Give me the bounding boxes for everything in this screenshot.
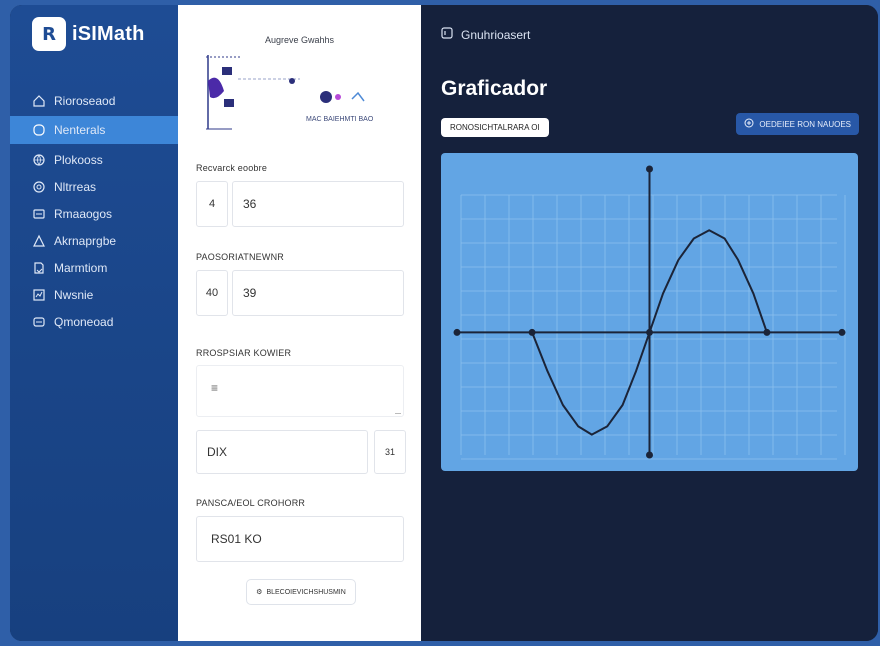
settings-icon: ⚙	[256, 589, 263, 596]
field5-input[interactable]: RS01 KO	[196, 516, 404, 562]
globe-icon	[32, 153, 46, 167]
plot-point-2	[646, 328, 653, 336]
sidebar-item-label: Nenterals	[54, 123, 106, 137]
topbar-label: Gnuhrioasert	[461, 27, 531, 42]
page-title: Graficador	[441, 77, 548, 100]
folder-icon	[32, 207, 46, 221]
home-icon	[32, 94, 46, 108]
sidebar-item-label: Nwsnie	[54, 287, 94, 302]
plot-point-1	[528, 328, 536, 336]
target-icon	[32, 180, 46, 194]
sidebar-item-4[interactable]: Nltrreas	[10, 173, 178, 200]
plot-point-0	[453, 328, 461, 336]
box-icon	[32, 315, 46, 329]
graph-canvas[interactable]	[441, 153, 858, 471]
diagram-illustration: MAC BAIEHMTI BAO	[202, 53, 406, 133]
field1-prefix[interactable]: 4	[196, 181, 228, 227]
plot-point-6	[646, 451, 653, 459]
sidebar-item-label: Marmtiom	[54, 260, 108, 275]
add-function-button[interactable]: OEDEIEE RON NAUOES	[736, 113, 859, 135]
bottom-action-label: BLECOIEVICHSHUSMIN	[266, 588, 346, 596]
plus-circle-icon	[744, 118, 754, 130]
sidebar-nav: Rioroseaod Nenterals Plokooss Nltrreas R…	[10, 87, 178, 335]
sidebar-item-3[interactable]: Plokooss	[10, 146, 178, 173]
field5-label: PANSCA/EOL CROHORR	[196, 498, 306, 508]
plot-point-3	[763, 328, 771, 336]
sidebar-item-label: Rioroseaod	[54, 93, 116, 108]
chart-icon	[32, 288, 46, 302]
settings-panel: Augreve Gwahhs MAC BAIEHMTI BAO Recvarck…	[178, 5, 421, 641]
function-chip[interactable]: RONOSICHTALRARA OI	[441, 118, 549, 137]
resize-grip[interactable]	[395, 413, 401, 414]
field3-label: RROSPSIAR KOWIER	[196, 348, 292, 358]
sidebar-item-5[interactable]: Rmaaogos	[10, 200, 178, 227]
topbar: Gnuhrioasert	[441, 27, 530, 42]
sidebar-item-label: Rmaaogos	[54, 206, 113, 221]
sidebar-item-label: Nltrreas	[54, 179, 97, 194]
sidebar-item-label: Plokooss	[54, 152, 103, 167]
sidebar-item-label: Qmoneoad	[54, 314, 114, 329]
field2-label: PAOSORIATNEWNR	[196, 252, 284, 262]
bottom-action-button[interactable]: ⚙ BLECOIEVICHSHUSMIN	[246, 579, 356, 605]
plot-point-5	[646, 165, 653, 173]
list-icon: ≡	[211, 381, 219, 395]
field4-input[interactable]: DIX	[196, 430, 368, 474]
plot-point-4	[838, 328, 846, 336]
field2-input[interactable]: 39	[232, 270, 404, 316]
sidebar-item-6[interactable]: Akrnaprgbe	[10, 227, 178, 254]
field4-row: DIX 31	[196, 430, 406, 474]
sidebar-item-7[interactable]: Marmtiom	[10, 254, 178, 281]
field1-label: Recvarck eoobre	[196, 163, 268, 173]
add-function-label: OEDEIEE RON NAUOES	[759, 119, 851, 129]
field1-input[interactable]: 36	[232, 181, 404, 227]
sidebar-item-label: Akrnaprgbe	[54, 233, 117, 248]
field2-row: 40 39	[196, 270, 404, 316]
document-icon	[32, 261, 46, 275]
sidebar: R iSIMath Rioroseaod Nenterals Plokooss …	[10, 5, 178, 641]
sidebar-item-1[interactable]: Rioroseaod	[10, 87, 178, 114]
function-plot	[453, 165, 846, 460]
panel-title: Augreve Gwahhs	[264, 35, 335, 45]
circle-icon	[32, 123, 46, 137]
window-icon	[441, 27, 453, 42]
sidebar-item-2[interactable]: Nenterals	[10, 116, 178, 144]
triangle-icon	[32, 234, 46, 248]
diagram-caption: MAC BAIEHMTI BAO	[306, 116, 374, 123]
app-window: R iSIMath Rioroseaod Nenterals Plokooss …	[10, 5, 878, 641]
logo[interactable]: R iSIMath	[32, 17, 145, 51]
field1-row: 4 36	[196, 181, 404, 227]
graph-area: Gnuhrioasert Graficador RONOSICHTALRARA …	[421, 5, 878, 641]
field4-suffix-button[interactable]: 31	[374, 430, 406, 474]
sidebar-item-9[interactable]: Qmoneoad	[10, 308, 178, 335]
field5-row: RS01 KO	[196, 516, 404, 562]
logo-mark-icon: R	[32, 17, 66, 51]
app-name: iSIMath	[72, 22, 145, 45]
field2-prefix[interactable]: 40	[196, 270, 228, 316]
field3-textarea[interactable]: ≡	[196, 365, 404, 417]
sidebar-item-8[interactable]: Nwsnie	[10, 281, 178, 308]
